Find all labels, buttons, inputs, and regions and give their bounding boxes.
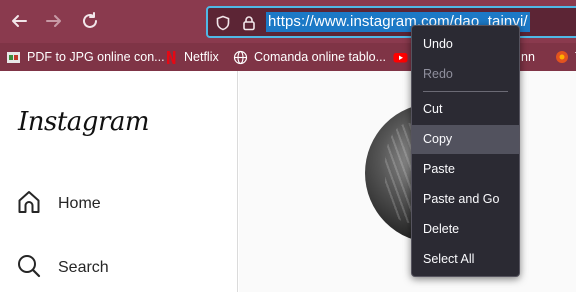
bookmark-netflix[interactable]: Netflix [166, 47, 219, 67]
instagram-logo[interactable]: Instagram [18, 107, 150, 137]
menu-item-paste[interactable]: Paste [412, 155, 519, 184]
youtube-favicon [393, 50, 408, 65]
menu-item-redo: Redo [423, 67, 453, 81]
menu-item-paste-and-go[interactable]: Paste and Go [412, 185, 519, 214]
bookmark-orange[interactable]: T [554, 47, 576, 67]
bookmark-label: PDF to JPG online con... [27, 50, 165, 64]
context-menu: Undo Redo Cut Copy Paste Paste and Go De… [411, 25, 520, 277]
shield-icon[interactable] [214, 14, 232, 32]
forward-icon[interactable] [43, 10, 65, 32]
orange-favicon [554, 50, 569, 65]
search-icon [16, 253, 42, 284]
bookmark-pdf-to-jpg[interactable]: PDF to JPG online con... [6, 47, 165, 67]
reload-icon[interactable] [79, 10, 101, 32]
nav-item-search[interactable]: Search [16, 253, 109, 283]
menu-item-select-all[interactable]: Select All [412, 245, 519, 274]
bookmark-comanda[interactable]: Comanda online tablo... [233, 47, 386, 67]
menu-item-undo[interactable]: Undo [412, 30, 519, 59]
home-icon [16, 189, 42, 220]
menu-item-cut[interactable]: Cut [412, 95, 519, 124]
menu-item-delete[interactable]: Delete [412, 215, 519, 244]
pdf-favicon [6, 50, 21, 65]
nav-label: Home [58, 195, 101, 212]
nav-item-home[interactable]: Home [16, 189, 101, 219]
netflix-favicon [166, 50, 176, 65]
bookmark-label: nn [521, 50, 535, 64]
instagram-sidebar: Instagram Home Search [0, 71, 238, 292]
back-icon[interactable] [8, 10, 30, 32]
bookmark-partial[interactable]: nn [521, 47, 535, 67]
bookmark-label: Comanda online tablo... [254, 50, 387, 64]
bookmark-label: Netflix [184, 50, 219, 64]
menu-separator [423, 91, 508, 92]
lock-icon[interactable] [240, 14, 258, 32]
menu-item-copy[interactable]: Copy [412, 125, 519, 154]
globe-favicon [233, 50, 248, 65]
url-bar[interactable]: https://www.instagram.com/dao_tainvi/ [206, 6, 576, 38]
nav-label: Search [58, 259, 109, 276]
